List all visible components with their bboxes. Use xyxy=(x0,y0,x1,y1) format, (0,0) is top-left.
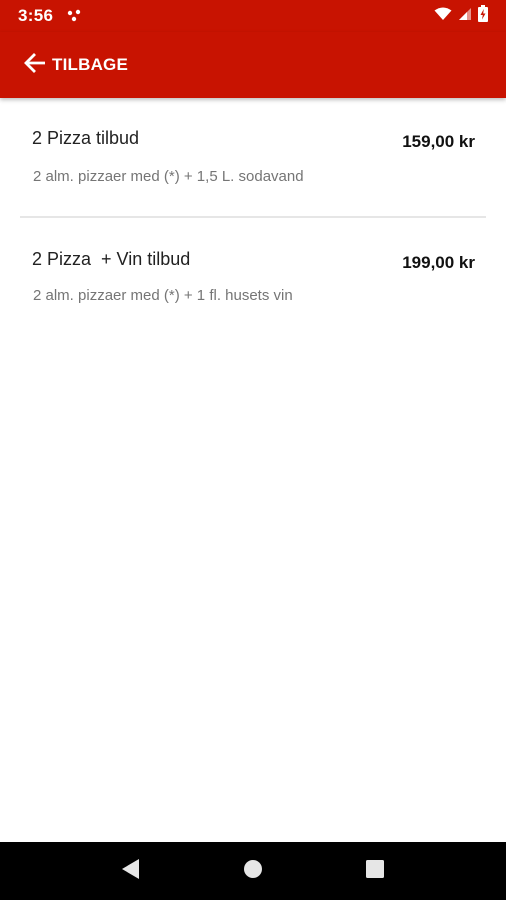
triangle-back-icon xyxy=(121,858,141,885)
dots-notification-icon xyxy=(67,9,83,23)
offer-list: 2 Pizza tilbud 159,00 kr 2 alm. pizzaer … xyxy=(0,100,506,338)
app-bar: TILBAGE xyxy=(0,32,506,98)
offer-description: 2 alm. pizzaer med (*) + 1 fl. husets vi… xyxy=(33,287,293,304)
list-item[interactable]: 2 Pizza tilbud 159,00 kr 2 alm. pizzaer … xyxy=(0,100,506,218)
offer-description: 2 alm. pizzaer med (*) + 1,5 L. sodavand xyxy=(33,168,304,185)
square-recents-icon xyxy=(365,859,385,884)
screen: 3:56 TILBAGE 2 Pizza tilbud 159,00 kr 2 … xyxy=(0,0,506,900)
cell-signal-icon xyxy=(458,7,472,26)
arrow-left-icon xyxy=(24,52,46,78)
nav-recents-button[interactable] xyxy=(355,851,395,891)
status-time: 3:56 xyxy=(18,6,54,25)
offer-price: 159,00 kr xyxy=(402,132,475,151)
nav-back-button[interactable] xyxy=(111,851,151,891)
status-bar: 3:56 xyxy=(0,0,506,32)
list-item[interactable]: 2 Pizza + Vin tilbud 199,00 kr 2 alm. pi… xyxy=(0,218,506,338)
system-nav-bar xyxy=(0,842,506,900)
nav-home-button[interactable] xyxy=(233,851,273,891)
wifi-icon xyxy=(434,7,452,26)
offer-price: 199,00 kr xyxy=(402,253,475,272)
battery-charging-icon xyxy=(478,5,488,27)
back-label: TILBAGE xyxy=(52,55,129,74)
circle-home-icon xyxy=(243,859,263,884)
offer-title: 2 Pizza tilbud xyxy=(32,128,140,148)
status-icons xyxy=(434,5,488,27)
offer-title: 2 Pizza + Vin tilbud xyxy=(32,249,191,269)
back-button[interactable]: TILBAGE xyxy=(24,52,129,78)
